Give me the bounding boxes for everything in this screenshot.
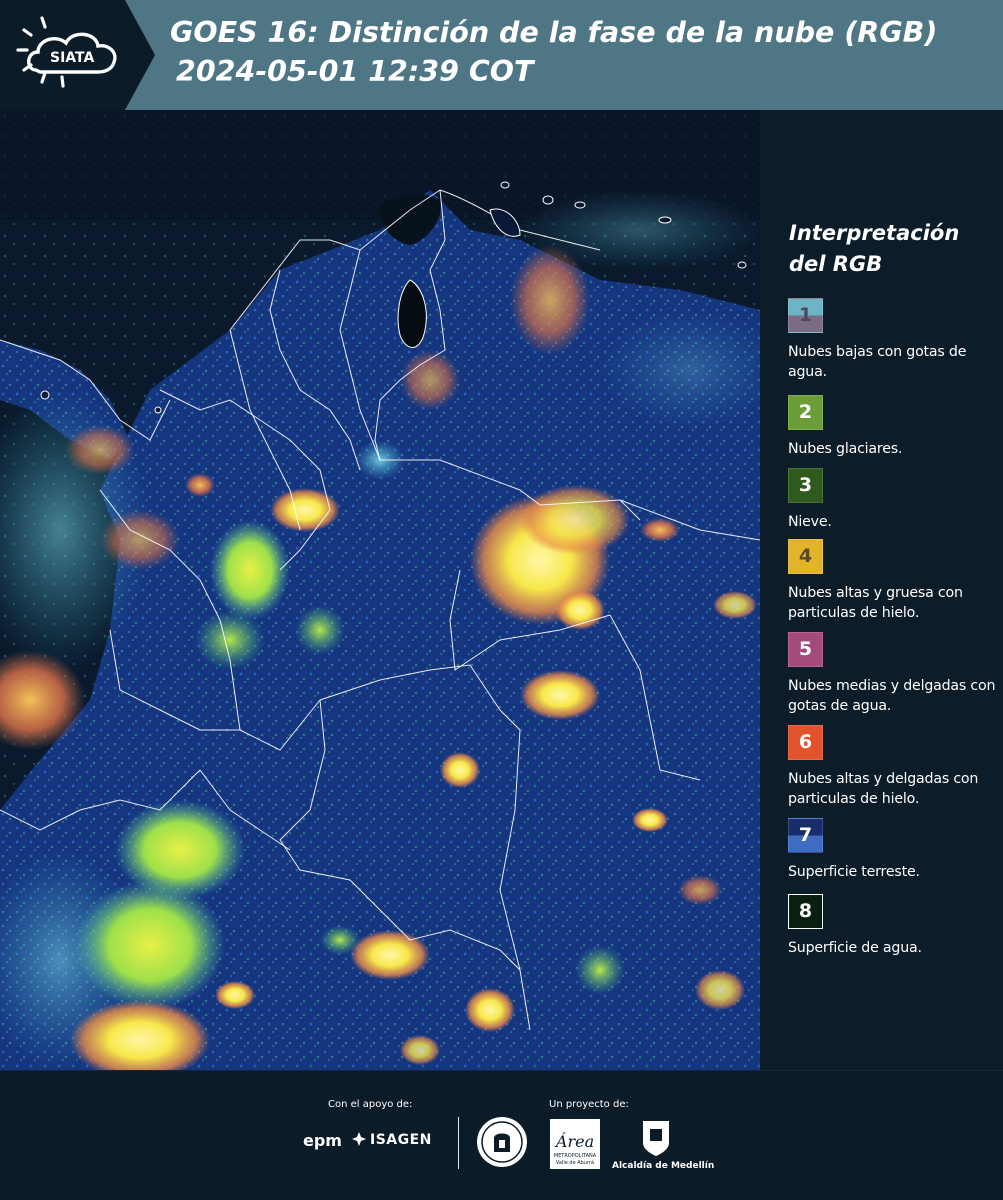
svg-text:Área: Área xyxy=(554,1131,594,1151)
legend-label: Nubes bajas con gotas de agua. xyxy=(788,344,967,380)
isagen-icon xyxy=(352,1132,366,1146)
legend-number: 6 xyxy=(798,731,813,753)
legend-number: 5 xyxy=(798,638,813,660)
area-metropolitana-logo: Área METROPOLITANA Valle de Aburrá xyxy=(550,1119,600,1169)
siata-logo: SIATA xyxy=(0,0,155,110)
legend-label: Nubes glaciares. xyxy=(788,441,903,457)
legend-label: Nieve. xyxy=(788,514,832,530)
legend-number: 4 xyxy=(798,545,813,567)
legend-panel: Interpretación del RGB 1 Nubes bajas con… xyxy=(760,110,1003,1070)
timestamp: 2024-05-01 12:39 COT xyxy=(176,55,534,88)
isagen-logo: ISAGEN xyxy=(370,1132,432,1148)
legend-number: 7 xyxy=(798,824,813,846)
header-banner: SIATA GOES 16: Distinción de la fase de … xyxy=(0,0,1003,110)
epm-logo: epm xyxy=(303,1131,342,1150)
legend-label: Nubes altas y gruesa con particulas de h… xyxy=(788,585,963,621)
medellin-shield-icon xyxy=(643,1121,669,1156)
legend-label: Nubes medias y delgadas con gotas de agu… xyxy=(788,678,996,714)
page-title: GOES 16: Distinción de la fase de la nub… xyxy=(170,16,938,49)
satellite-map xyxy=(0,110,760,1070)
legend-number: 2 xyxy=(798,401,813,423)
siata-logo-text: SIATA xyxy=(50,50,95,66)
project-label: Un proyecto de: xyxy=(549,1099,629,1110)
legend-label: Superficie de agua. xyxy=(788,940,922,956)
alcaldia-medellin-label: Alcaldía de Medellín xyxy=(612,1161,715,1171)
legend-number: 3 xyxy=(798,474,813,496)
legend-number: 1 xyxy=(798,304,813,326)
svg-text:Valle de Aburrá: Valle de Aburrá xyxy=(556,1159,594,1166)
footer: Con el apoyo de: Un proyecto de: epm ISA… xyxy=(0,1070,1003,1200)
legend-title: Interpretación del RGB xyxy=(789,221,960,276)
univ-seal-icon xyxy=(477,1117,527,1167)
support-label: Con el apoyo de: xyxy=(328,1099,413,1110)
legend-number: 8 xyxy=(798,900,813,922)
svg-text:METROPOLITANA: METROPOLITANA xyxy=(554,1153,597,1159)
footer-divider xyxy=(458,1117,459,1169)
legend-label: Superficie terreste. xyxy=(788,864,920,880)
legend-label: Nubes altas y delgadas con particulas de… xyxy=(788,771,979,807)
